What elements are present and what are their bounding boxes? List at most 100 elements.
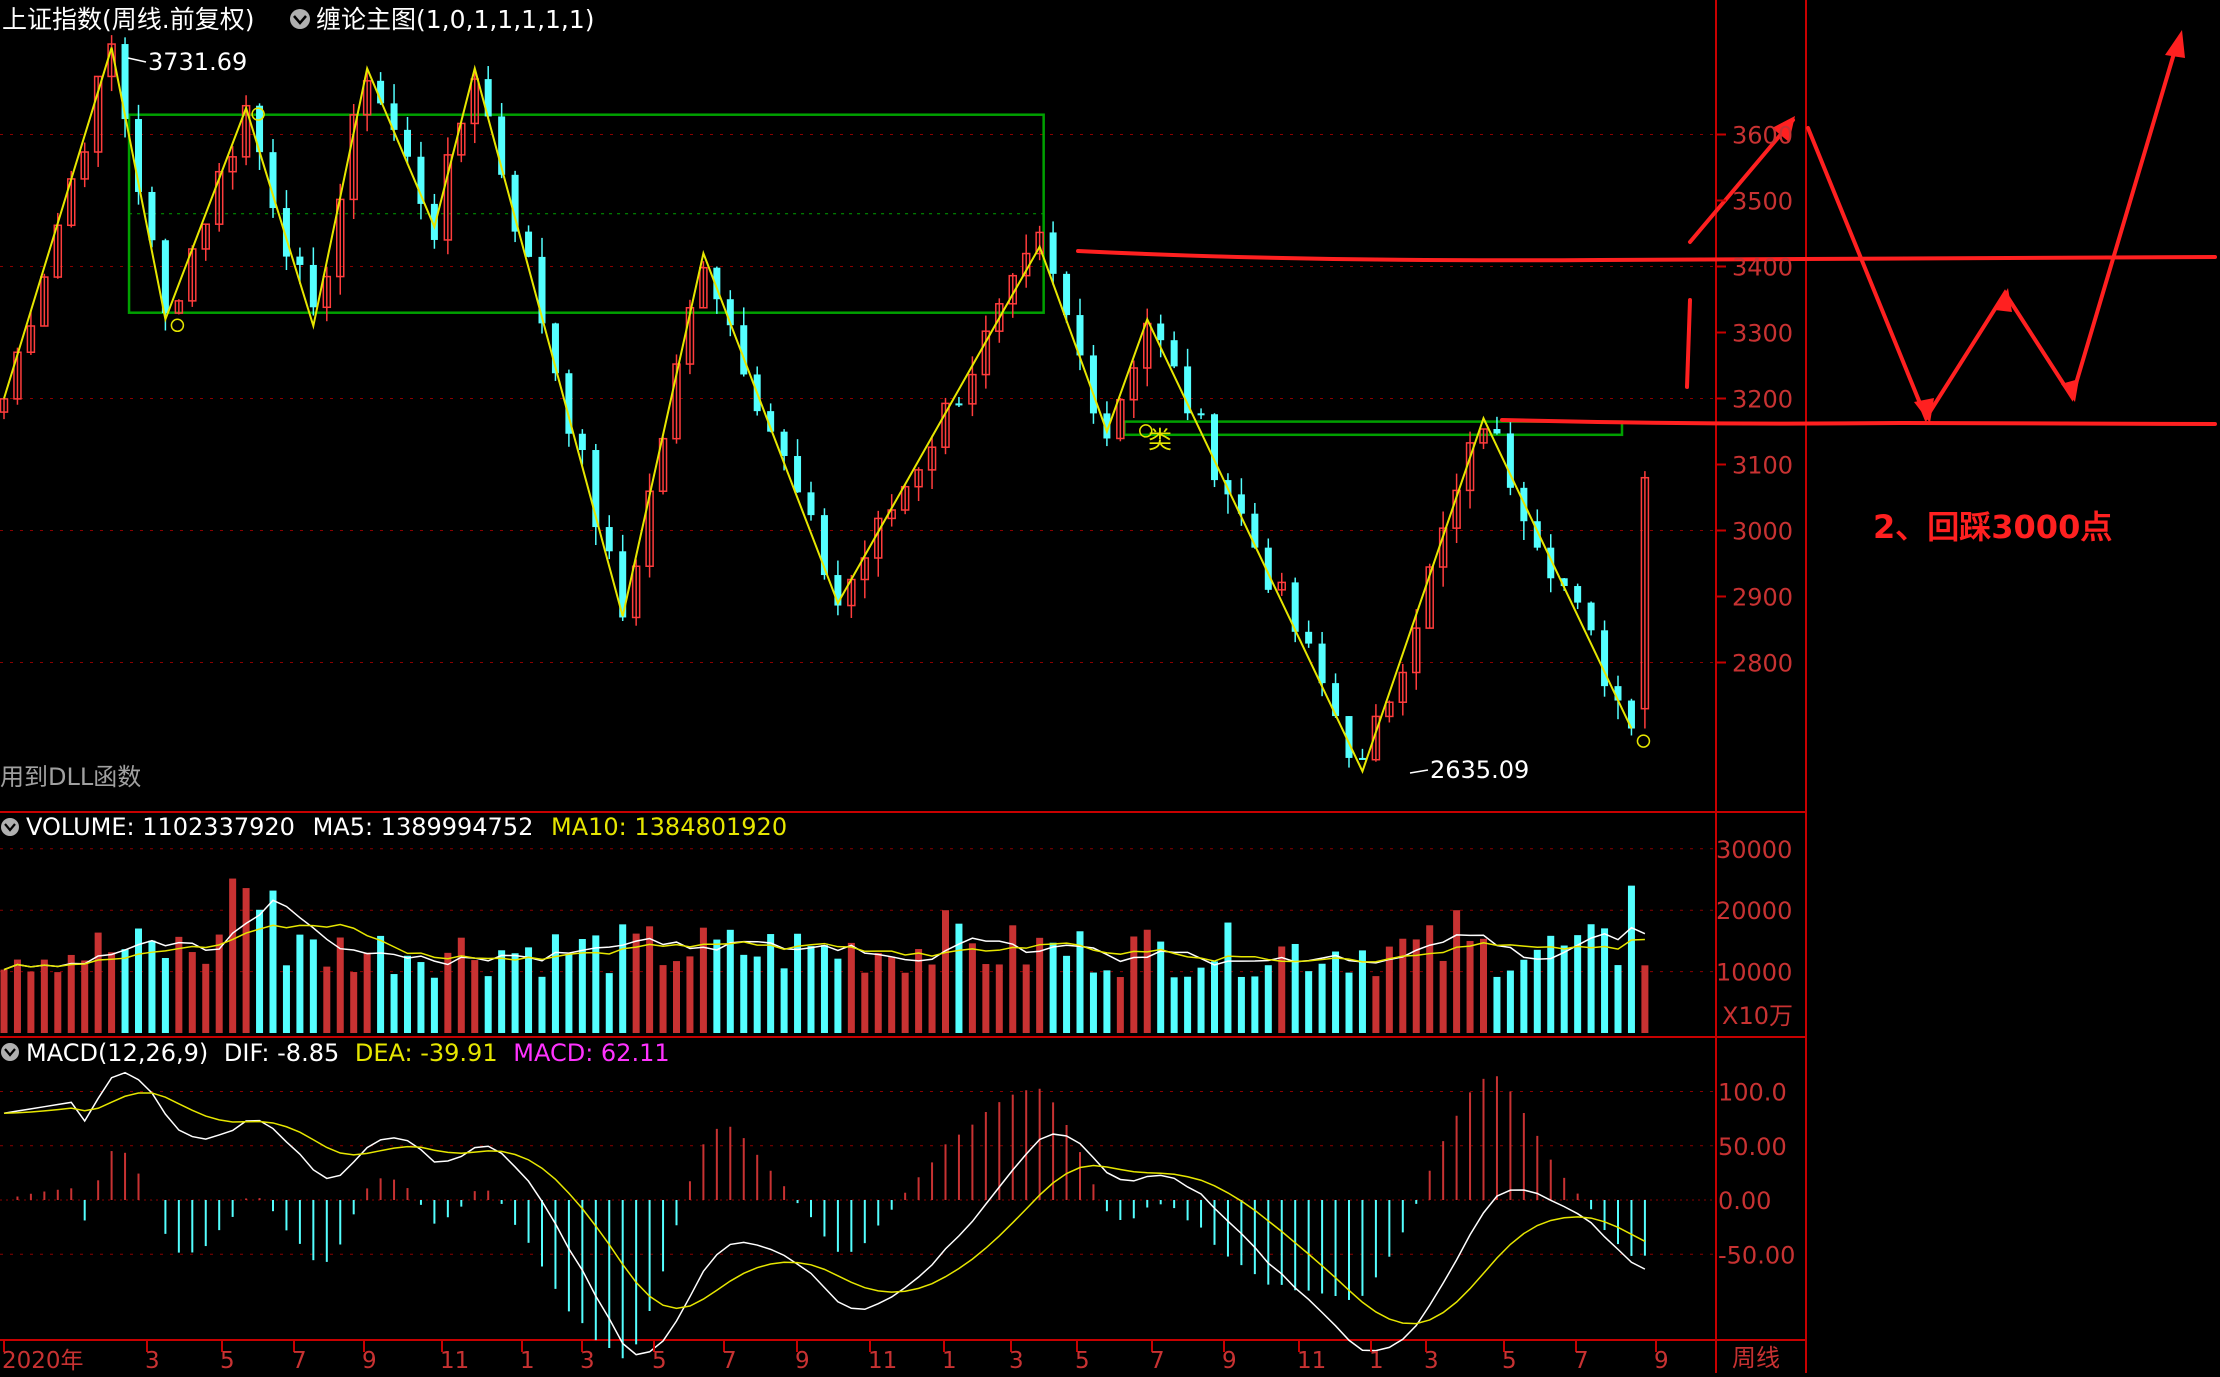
time-tick-label: 1 (942, 1348, 957, 1373)
volume-bar (457, 937, 465, 1033)
candle-body (1493, 428, 1501, 434)
candle-body (1157, 323, 1165, 341)
volume-bar (753, 956, 761, 1033)
volume-bar (1305, 971, 1313, 1033)
volume-bar (1143, 929, 1151, 1033)
candle-body (578, 433, 586, 451)
volume-bar (1601, 928, 1609, 1033)
time-tick-label: 5 (1075, 1348, 1090, 1373)
volume-bar (1197, 967, 1205, 1033)
time-tick-label: 5 (652, 1348, 667, 1373)
volume-bar (1009, 925, 1017, 1033)
candle-body (538, 256, 546, 324)
volume-bar (0, 969, 8, 1033)
volume-bar (1439, 960, 1447, 1033)
time-tick-label: 7 (722, 1348, 737, 1373)
volume-bar (1587, 924, 1595, 1033)
candle-body (1318, 643, 1326, 684)
time-tick-label: 7 (1574, 1348, 1589, 1373)
time-tick-label: 11 (440, 1348, 469, 1373)
time-tick-label: 3 (580, 1348, 595, 1373)
volume-dropdown-icon[interactable] (1, 818, 19, 836)
volume-bar (121, 949, 129, 1033)
volume-bar (13, 959, 21, 1033)
volume-bar (1627, 885, 1635, 1033)
volume-bar (229, 878, 237, 1033)
volume-bar (1063, 955, 1071, 1033)
volume-bar (1506, 970, 1514, 1033)
candle-body (525, 231, 533, 257)
time-tick-label: 9 (362, 1348, 377, 1373)
candle-body (1251, 513, 1259, 548)
volume-bar (538, 976, 546, 1033)
volume-bar (955, 923, 963, 1033)
candle-body (1358, 757, 1366, 760)
volume-bar (498, 950, 506, 1033)
volume-bar (726, 929, 734, 1033)
price-tick-label: 3400 (1732, 254, 1793, 282)
volume-ma10: MA10: 1384801920 (551, 813, 787, 841)
volume-bar (605, 973, 613, 1033)
volume-bar (148, 940, 156, 1033)
volume-bar (377, 935, 385, 1033)
volume-bar (202, 963, 210, 1033)
volume-tick-label: 10000 (1716, 959, 1792, 987)
volume-bar (1251, 976, 1259, 1033)
volume-bar (780, 968, 788, 1033)
time-tick-label: 3 (1424, 1348, 1439, 1373)
volume-bar (565, 954, 573, 1033)
volume-bar (296, 934, 304, 1033)
candle-body (794, 456, 802, 493)
svg-text:VOLUME: 1102337920 MA5: 13: VOLUME: 1102337920 MA5: 1389994752 MA10:… (26, 813, 787, 841)
volume-bar (740, 954, 748, 1033)
time-tick-label: 11 (868, 1348, 897, 1373)
low-price-label: 2635.09 (1430, 756, 1529, 784)
volume-bar (1157, 941, 1165, 1033)
volume-bar (982, 964, 990, 1033)
price-tick-label: 3500 (1732, 188, 1793, 216)
candle-body (1089, 355, 1097, 414)
volume-bar (1614, 965, 1622, 1033)
price-tick-label: 3200 (1732, 386, 1793, 414)
volume-bar (1547, 935, 1555, 1033)
volume-bar (417, 962, 425, 1033)
volume-bar (928, 964, 936, 1033)
volume-bar (188, 952, 196, 1033)
volume-bar (820, 945, 828, 1033)
volume-bar (874, 953, 882, 1033)
price-tick-label: 3600 (1732, 122, 1793, 150)
high-price-label: 3731.69 (148, 48, 247, 76)
macd-label: MACD(12,26,9) (26, 1039, 208, 1067)
time-tick-label: 9 (795, 1348, 810, 1373)
time-tick-label: 7 (1150, 1348, 1165, 1373)
macd-dif: DIF: -8.85 (224, 1039, 339, 1067)
volume-bar (1520, 959, 1528, 1033)
volume-bar (968, 943, 976, 1033)
candle-body (296, 256, 304, 265)
volume-bar (1372, 976, 1380, 1033)
volume-bar (673, 961, 680, 1033)
dropdown-icon[interactable] (290, 9, 310, 29)
volume-bar (242, 888, 250, 1033)
macd-dropdown-icon[interactable] (1, 1043, 19, 1061)
time-tick-label: 2020年 (2, 1348, 84, 1373)
candle-body (148, 191, 156, 241)
volume-bar (54, 972, 62, 1033)
candle-body (807, 492, 815, 516)
volume-bar (525, 947, 533, 1033)
time-tick-label: 9 (1654, 1348, 1669, 1373)
volume-bar (1089, 972, 1097, 1033)
volume-bar (1332, 951, 1340, 1033)
volume-bar (619, 924, 627, 1033)
volume-bar (942, 910, 949, 1033)
volume-bar (94, 932, 102, 1033)
volume-bar (336, 937, 344, 1033)
price-tick-label: 3300 (1732, 320, 1793, 348)
price-tick-label: 3100 (1732, 452, 1793, 480)
volume-unit: X10万 (1722, 1002, 1793, 1030)
price-tick-label: 2900 (1732, 584, 1793, 612)
volume-bar (551, 934, 559, 1033)
time-tick-label: 3 (1009, 1348, 1024, 1373)
chart-window: 3600 3500 3400 3300 3200 3100 3000 2900 2800 3000… (0, 0, 2220, 1374)
candle-body (605, 527, 613, 552)
